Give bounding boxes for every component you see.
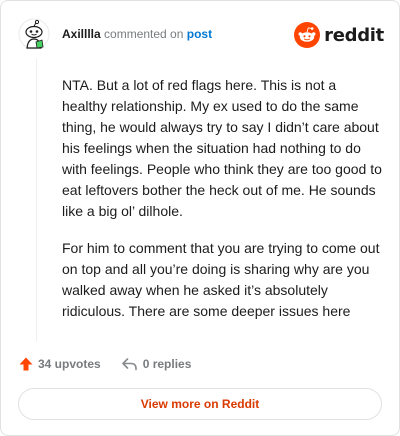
reply-arrow-icon: [121, 358, 137, 371]
comment-paragraph: For him to comment that you are trying t…: [62, 240, 380, 319]
reddit-comment-embed: Axilllla commented on post reddit NTA. B…: [0, 0, 400, 436]
upvote-button[interactable]: 34 upvotes: [18, 356, 101, 372]
post-link[interactable]: post: [187, 27, 212, 41]
comment-actions: 34 upvotes 0 replies: [18, 353, 191, 375]
author-name[interactable]: Axilllla: [62, 27, 101, 41]
avatar[interactable]: [18, 18, 50, 50]
snoo-avatar-icon: [18, 18, 50, 50]
comment-header: Axilllla commented on post reddit: [18, 18, 384, 54]
reddit-alien-icon: [294, 22, 321, 48]
upvote-arrow-icon: [19, 357, 33, 371]
author-line: Axilllla commented on post: [62, 27, 212, 41]
view-more-label: View more on Reddit: [140, 397, 260, 411]
reddit-logo[interactable]: reddit: [294, 21, 384, 49]
replies-button[interactable]: 0 replies: [121, 356, 192, 372]
reddit-wordmark: reddit: [324, 24, 384, 46]
comment-body: NTA. But a lot of red flags here. This i…: [62, 75, 382, 338]
commented-on-text: commented on: [104, 27, 184, 41]
upvote-count: 34 upvotes: [38, 357, 101, 371]
reply-count: 0 replies: [142, 357, 192, 371]
comment-paragraph: NTA. But a lot of red flags here. This i…: [62, 77, 382, 219]
view-more-on-reddit-button[interactable]: View more on Reddit: [18, 388, 382, 420]
thread-line: [36, 59, 37, 341]
